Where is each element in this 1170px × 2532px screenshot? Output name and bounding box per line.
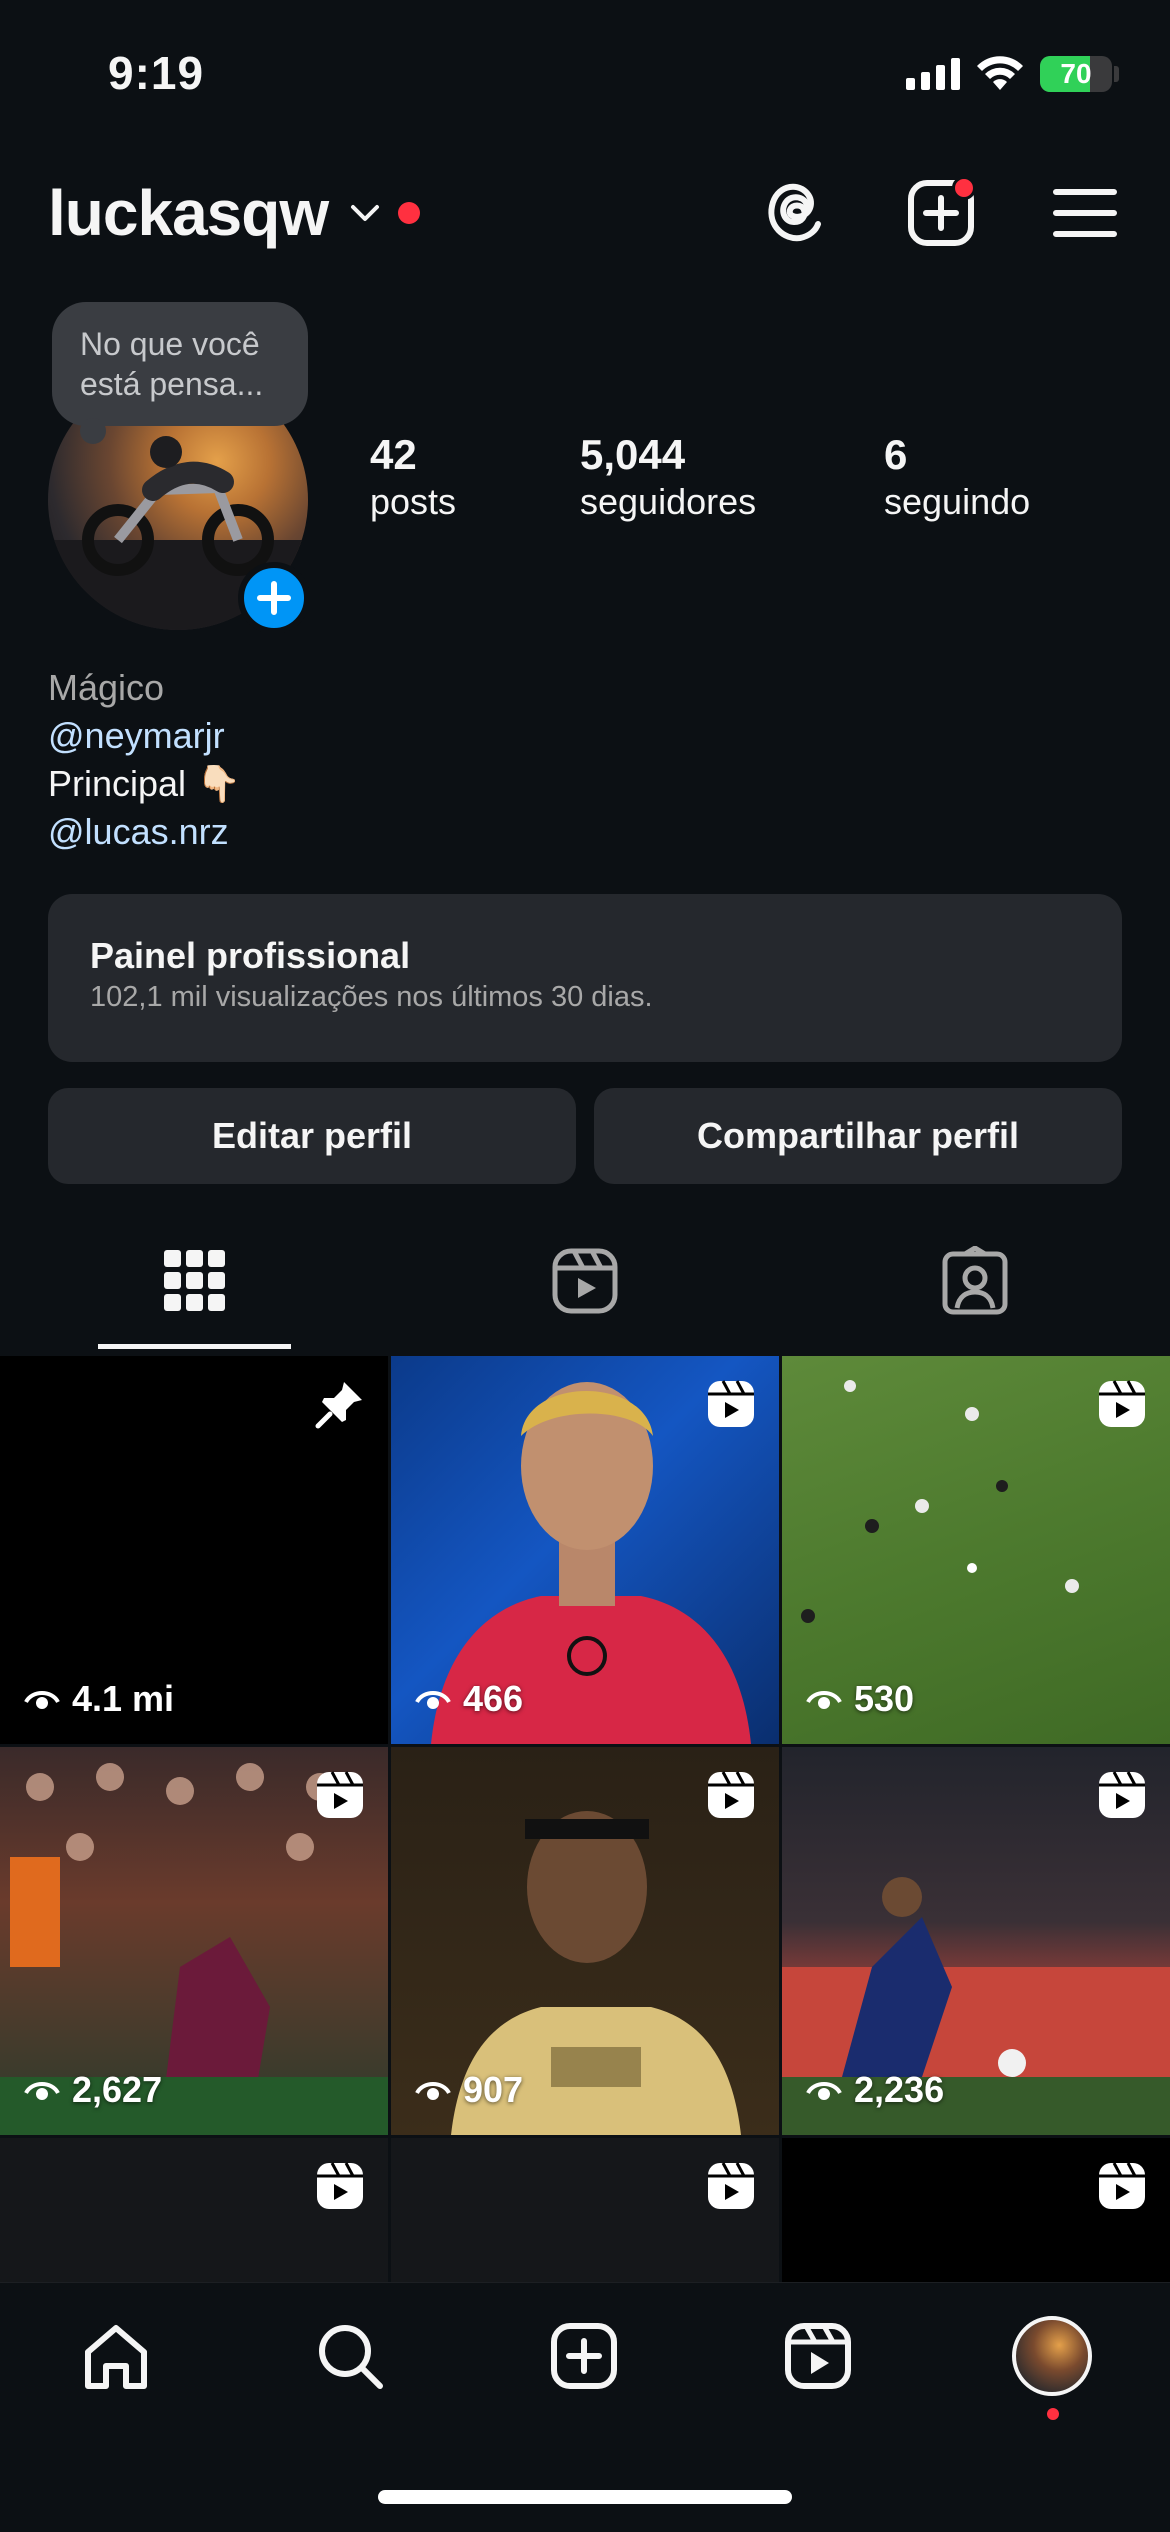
stat-label: seguindo [884, 481, 1031, 522]
threads-icon[interactable] [762, 178, 832, 248]
stat-value: 5,044 [580, 431, 686, 478]
reel-icon [1099, 1771, 1145, 1818]
chevron-down-icon [351, 205, 380, 221]
followers-count[interactable]: 5,044 seguidores [580, 430, 756, 524]
reels-icon[interactable] [550, 1246, 620, 1316]
plus-icon [257, 581, 291, 615]
battery-percentage: 70 [1060, 58, 1092, 89]
bio: Mágico @neymarjr Principal 👇🏻 @lucas.nrz [48, 664, 241, 856]
menu-icon[interactable] [1050, 178, 1120, 248]
views-icon [24, 2082, 60, 2100]
view-count-text: 4.1 mi [72, 1678, 175, 1719]
view-count: 530 [806, 1678, 914, 1720]
grid-icon[interactable] [160, 1246, 230, 1316]
professional-dashboard[interactable]: Painel profissional 102,1 mil visualizaç… [48, 894, 1122, 1062]
view-count: 907 [415, 2069, 523, 2111]
wifi-icon [977, 56, 1023, 90]
note-bubble-tail [80, 418, 106, 444]
note-text-line2: está pensa... [80, 366, 264, 402]
bio-mention-link[interactable]: @neymarjr [48, 712, 241, 760]
share-profile-button[interactable]: Compartilhar perfil [594, 1088, 1122, 1184]
profile-notification-dot [1047, 2408, 1059, 2420]
post-thumbnail[interactable]: 466 [391, 1356, 779, 1744]
reel-icon [1099, 2162, 1145, 2209]
active-tab-indicator [98, 1344, 291, 1349]
create-icon[interactable] [548, 2320, 620, 2392]
status-time: 9:19 [108, 47, 205, 99]
pin-icon [315, 1382, 362, 1429]
stat-label: posts [370, 481, 457, 522]
note-bubble[interactable]: No que você está pensa... [52, 302, 308, 426]
stat-value: 42 [370, 431, 417, 478]
views-icon [806, 1691, 842, 1709]
reel-icon [317, 2162, 363, 2209]
views-icon [415, 1691, 451, 1709]
account-switcher[interactable]: luckasqw [48, 176, 421, 250]
post-thumbnail[interactable]: 2,236 [782, 1747, 1170, 2135]
battery-icon: 70 [1040, 56, 1112, 92]
reel-icon [708, 2162, 754, 2209]
cellular-signal-icon [906, 58, 960, 90]
stat-value: 6 [884, 431, 908, 478]
views-icon [24, 1691, 60, 1709]
bio-mention-link[interactable]: @lucas.nrz [48, 808, 241, 856]
view-count-text: 466 [463, 1678, 524, 1719]
professional-dashboard-subtitle: 102,1 mil visualizações nos últimos 30 d… [90, 981, 653, 1013]
reel-icon [317, 1771, 363, 1818]
home-icon[interactable] [80, 2320, 152, 2392]
tagged-icon[interactable] [940, 1246, 1010, 1316]
reel-icon [1099, 1380, 1145, 1427]
notification-dot [398, 202, 421, 224]
views-icon [806, 2082, 842, 2100]
home-indicator [378, 2490, 792, 2504]
stat-label: seguidores [580, 481, 757, 522]
status-bar: 9:19 70 [0, 0, 1170, 150]
post-thumbnail[interactable]: 530 [782, 1356, 1170, 1744]
view-count-text: 907 [463, 2069, 524, 2110]
post-thumbnail[interactable]: 2,627 [0, 1747, 388, 2135]
battery-tip [1114, 66, 1119, 82]
edit-profile-button[interactable]: Editar perfil [48, 1088, 576, 1184]
views-icon [415, 2082, 451, 2100]
view-count: 2,627 [24, 2069, 162, 2111]
username: luckasqw [48, 177, 329, 249]
following-count[interactable]: 6 seguindo [884, 430, 1030, 524]
post-thumbnail[interactable]: 4.1 mi [0, 1356, 388, 1744]
bio-category: Mágico [48, 667, 165, 708]
view-count-text: 2,236 [854, 2069, 945, 2110]
reels-nav-icon[interactable] [782, 2320, 854, 2392]
note-text-line1: No que você [80, 326, 260, 362]
view-count-text: 530 [854, 1678, 915, 1719]
view-count: 466 [415, 1678, 523, 1720]
bio-text: Principal 👇🏻 [48, 763, 241, 804]
search-icon[interactable] [314, 2320, 386, 2392]
view-count: 2,236 [806, 2069, 944, 2111]
profile-nav-avatar[interactable] [1012, 2316, 1092, 2396]
post-thumbnail[interactable]: 907 [391, 1747, 779, 2135]
professional-dashboard-title: Painel profissional [90, 935, 411, 976]
view-count: 4.1 mi [24, 1678, 174, 1720]
view-count-text: 2,627 [72, 2069, 163, 2110]
new-post-notification-dot [952, 176, 976, 200]
add-story-button[interactable] [238, 562, 310, 634]
posts-count[interactable]: 42 posts [370, 430, 456, 524]
reel-icon [708, 1771, 754, 1818]
reel-icon [708, 1380, 754, 1427]
